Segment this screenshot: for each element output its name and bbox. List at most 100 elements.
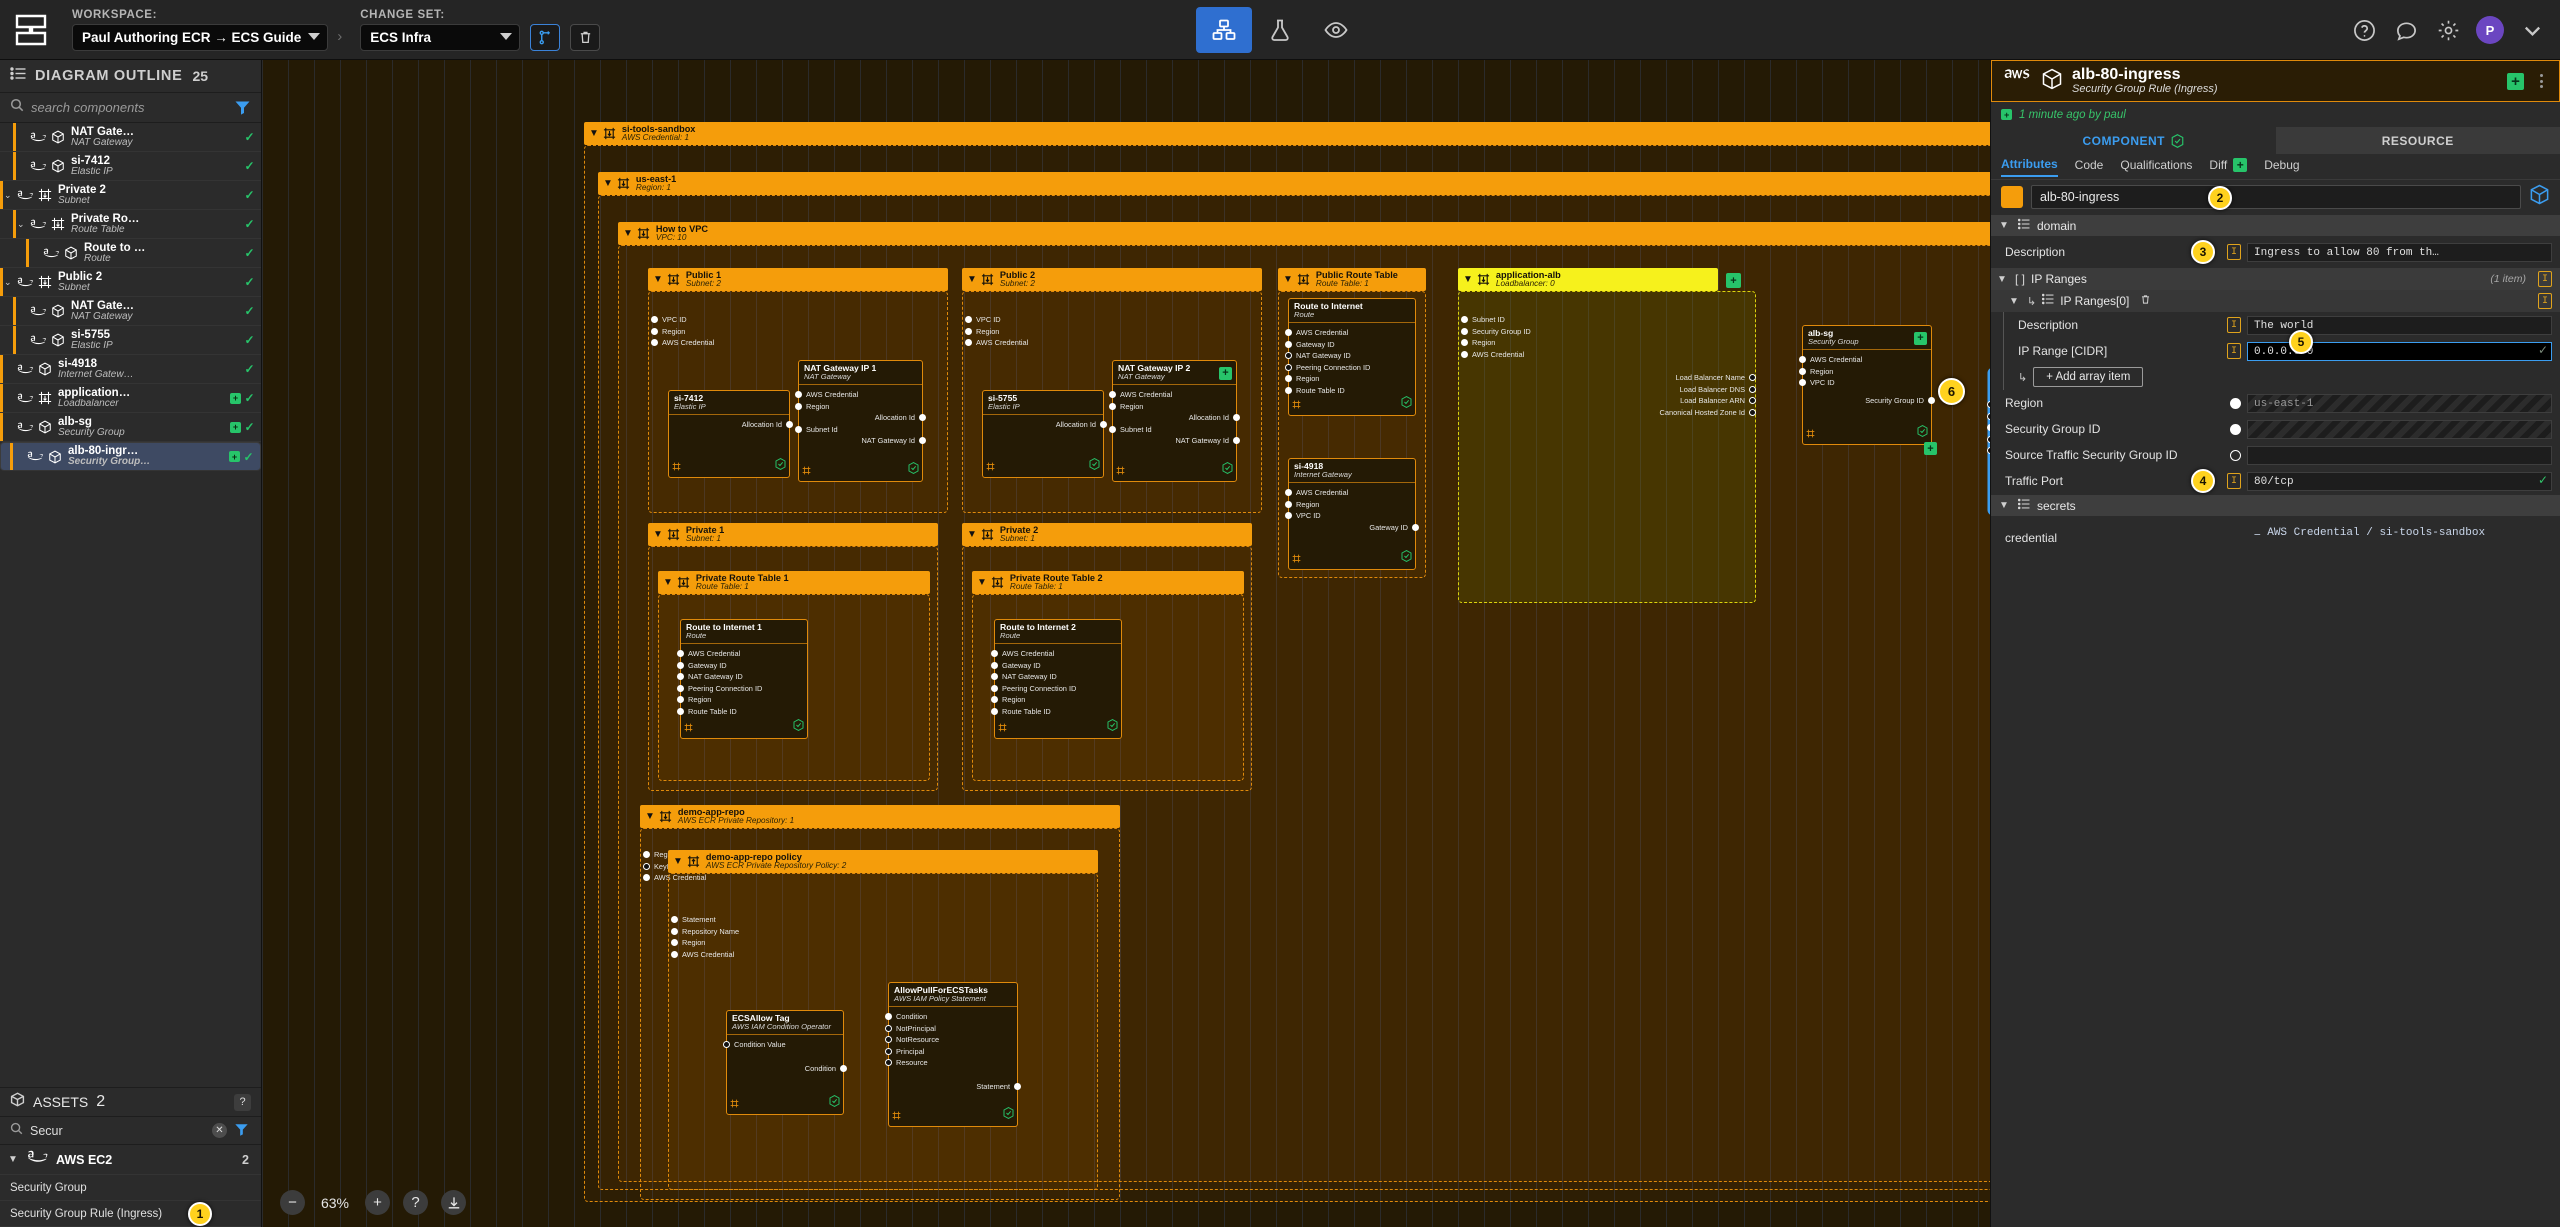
outline-item-nat-gate[interactable]: NAT Gate… NAT Gateway ✓ bbox=[0, 297, 261, 326]
socket[interactable]: Gateway ID bbox=[677, 659, 807, 671]
socket[interactable]: Peering Connection ID bbox=[991, 682, 1121, 694]
outline-item-route-to[interactable]: Route to … Route ✓ bbox=[0, 239, 261, 268]
socket[interactable]: VPC ID bbox=[649, 314, 947, 326]
chat-icon[interactable] bbox=[2392, 16, 2420, 44]
text-input-icon[interactable]: I bbox=[2227, 473, 2241, 489]
asset-item-security-group-rule-ingress[interactable]: Security Group Rule (Ingress) 1 bbox=[0, 1201, 261, 1227]
text-input-icon[interactable]: I bbox=[2227, 244, 2241, 260]
socket[interactable]: Allocation Id bbox=[983, 419, 1107, 431]
outline-item-private-2[interactable]: ⌄ Private 2 Subnet ✓ bbox=[0, 181, 261, 210]
outline-item-public-2[interactable]: ⌄ Public 2 Subnet ✓ bbox=[0, 268, 261, 297]
socket[interactable]: AWS Credential bbox=[1285, 487, 1415, 499]
socket[interactable]: AWS Credential bbox=[669, 949, 1097, 961]
socket[interactable]: Route Table ID bbox=[677, 705, 807, 717]
node-alb-sg[interactable]: alb-sg Security Group + AWS Credential R… bbox=[1799, 325, 1937, 455]
assets-group-aws-ec2[interactable]: ▼ AWS EC2 2 bbox=[0, 1145, 261, 1175]
socket[interactable]: Condition Value bbox=[723, 1039, 843, 1051]
component-name-input[interactable] bbox=[2031, 185, 2521, 209]
socket[interactable]: Subnet Id bbox=[1109, 423, 1236, 435]
outline-item-si-5755[interactable]: si-5755 Elastic IP ✓ bbox=[0, 326, 261, 355]
subtab-debug[interactable]: Debug bbox=[2264, 158, 2299, 176]
socket[interactable]: VPC ID bbox=[1285, 510, 1415, 522]
frame-header[interactable]: ▼ Public 1 Subnet: 2 bbox=[648, 268, 948, 291]
socket[interactable]: Statement bbox=[669, 914, 1097, 926]
outline-item-nat-gate[interactable]: NAT Gate… NAT Gateway ✓ bbox=[0, 123, 261, 152]
gear-icon[interactable] bbox=[2434, 16, 2462, 44]
subtab-code[interactable]: Code bbox=[2075, 158, 2104, 176]
text-input-icon[interactable]: I bbox=[2538, 271, 2552, 287]
frame-header[interactable]: ▼ Private Route Table 1 Route Table: 1 bbox=[658, 571, 930, 594]
frame-header[interactable]: ▼ Private 2 Subnet: 1 bbox=[962, 523, 1252, 546]
socket[interactable]: VPC ID bbox=[963, 314, 1261, 326]
outline-item-private-ro[interactable]: ⌄ Private Ro… Route Table ✓ bbox=[0, 210, 261, 239]
connection-add-button[interactable]: + bbox=[1924, 442, 1937, 455]
tab-component[interactable]: COMPONENT bbox=[1991, 127, 2276, 154]
attr-source-radio[interactable] bbox=[2230, 449, 2241, 461]
frame-header[interactable]: ▼ application-alb Loadbalancer: 0 bbox=[1458, 268, 1718, 291]
subtab-qualifications[interactable]: Qualifications bbox=[2120, 158, 2192, 176]
frame-header[interactable]: ▼ How to VPC VPC: 10 bbox=[618, 222, 1990, 245]
node-nat-gateway-ip-2[interactable]: NAT Gateway IP 2 NAT Gateway + AWS Crede… bbox=[1109, 360, 1240, 482]
socket[interactable]: AWS Credential bbox=[1799, 354, 1931, 366]
section-header-secrets[interactable]: ▼ secrets bbox=[1991, 494, 2560, 516]
attr-traffic-port-input[interactable] bbox=[2247, 472, 2552, 492]
socket[interactable]: Subnet ID bbox=[1459, 314, 1755, 326]
assets-help-icon[interactable]: ? bbox=[234, 1093, 251, 1111]
avatar[interactable]: P bbox=[2476, 16, 2504, 44]
component-type-icon[interactable] bbox=[2529, 184, 2550, 210]
assets-search-input[interactable] bbox=[30, 1123, 205, 1138]
socket[interactable]: Region bbox=[649, 326, 947, 338]
socket[interactable]: AWS Credential bbox=[1109, 389, 1236, 401]
socket[interactable]: Region bbox=[1459, 337, 1755, 349]
changeset-select[interactable]: ECS Infra bbox=[360, 23, 521, 51]
array-header-ip-ranges[interactable]: ▼ [ ] IP Ranges (1 item) I bbox=[1991, 268, 2560, 290]
socket[interactable]: NotResource bbox=[885, 1034, 1017, 1046]
socket[interactable]: Gateway ID bbox=[991, 659, 1121, 671]
socket[interactable]: Region bbox=[963, 326, 1261, 338]
socket[interactable]: AWS Credential bbox=[649, 337, 947, 349]
more-options-button[interactable] bbox=[2533, 74, 2549, 88]
attr-source-radio[interactable] bbox=[2230, 423, 2241, 435]
socket[interactable]: Allocation Id bbox=[799, 412, 926, 424]
socket[interactable]: Gateway ID bbox=[1289, 521, 1419, 533]
socket[interactable]: Subnet Id bbox=[795, 423, 922, 435]
socket[interactable]: Peering Connection ID bbox=[1285, 361, 1415, 373]
frame-header[interactable]: ▼ Private 1 Subnet: 1 bbox=[648, 523, 938, 546]
frame-public-2[interactable]: ▼ Public 2 Subnet: 2 VPC ID Region AWS C… bbox=[962, 268, 1262, 513]
avatar-chevron-down-icon[interactable] bbox=[2518, 16, 2546, 44]
frame-header[interactable]: ▼ demo-app-repo policy AWS ECR Private R… bbox=[668, 850, 1098, 873]
text-input-icon[interactable]: I bbox=[2538, 293, 2552, 309]
socket[interactable]: Statement bbox=[889, 1080, 1021, 1092]
frame-demo-app-repo-policy[interactable]: ▼ demo-app-repo policy AWS ECR Private R… bbox=[668, 850, 1098, 1190]
node-route-to-internet[interactable]: Route to Internet Route AWS Credential G… bbox=[1285, 298, 1416, 416]
node-ecsallow-tag[interactable]: ECSAllow Tag AWS IAM Condition Operator … bbox=[723, 1010, 847, 1115]
tab-resource[interactable]: RESOURCE bbox=[2275, 127, 2560, 154]
socket[interactable]: NotPrincipal bbox=[885, 1022, 1017, 1034]
outline-item-alb-80-ingr[interactable]: alb-80-ingr… Security Group… + ✓ bbox=[0, 442, 261, 471]
socket[interactable]: NAT Gateway ID bbox=[991, 671, 1121, 683]
zoom-out-button[interactable]: − bbox=[280, 1190, 305, 1215]
socket[interactable]: Security Group ID bbox=[1459, 326, 1755, 338]
frame-public-route-table[interactable]: ▼ Public Route Table Route Table: 1 Rout… bbox=[1278, 268, 1426, 578]
frame-header[interactable]: ▼ demo-app-repo AWS ECR Private Reposito… bbox=[640, 805, 1120, 828]
socket[interactable]: Load Balancer Name bbox=[1459, 372, 1756, 384]
frame-demo-app-repo[interactable]: ▼ demo-app-repo AWS ECR Private Reposito… bbox=[640, 805, 1120, 1200]
socket[interactable]: Canonical Hosted Zone Id bbox=[1459, 407, 1756, 419]
socket[interactable]: AWS Credential bbox=[991, 648, 1121, 660]
frame-private-2[interactable]: ▼ Private 2 Subnet: 1 ▼ Private Route Ta… bbox=[962, 523, 1252, 791]
node-si-7412[interactable]: si-7412 Elastic IP Allocation Id bbox=[668, 390, 793, 478]
filter-icon[interactable] bbox=[234, 99, 251, 116]
node-nat-gateway-ip-1[interactable]: NAT Gateway IP 1 NAT Gateway AWS Credent… bbox=[795, 360, 926, 482]
chevron-down-icon[interactable]: ⌄ bbox=[17, 219, 28, 229]
text-input-icon[interactable]: I bbox=[2227, 343, 2241, 359]
node-route-to-internet-2[interactable]: Route to Internet 2 Route AWS Credential… bbox=[991, 619, 1122, 739]
tab-diagram[interactable] bbox=[1196, 7, 1252, 53]
add-component-button[interactable]: + bbox=[2507, 72, 2524, 90]
plus-badge-icon[interactable]: + bbox=[230, 392, 241, 404]
frame-header[interactable]: ▼ Public 2 Subnet: 2 bbox=[962, 268, 1262, 291]
frame-application-alb[interactable]: ▼ application-alb Loadbalancer: 0 + Subn… bbox=[1458, 268, 1756, 603]
frame-public-1[interactable]: ▼ Public 1 Subnet: 2 VPC ID Region AWS C… bbox=[648, 268, 948, 513]
plus-badge-icon[interactable]: + bbox=[230, 421, 241, 433]
add-node-button[interactable]: + bbox=[1219, 367, 1232, 380]
add-array-item-button[interactable]: + Add array item bbox=[2033, 367, 2144, 387]
